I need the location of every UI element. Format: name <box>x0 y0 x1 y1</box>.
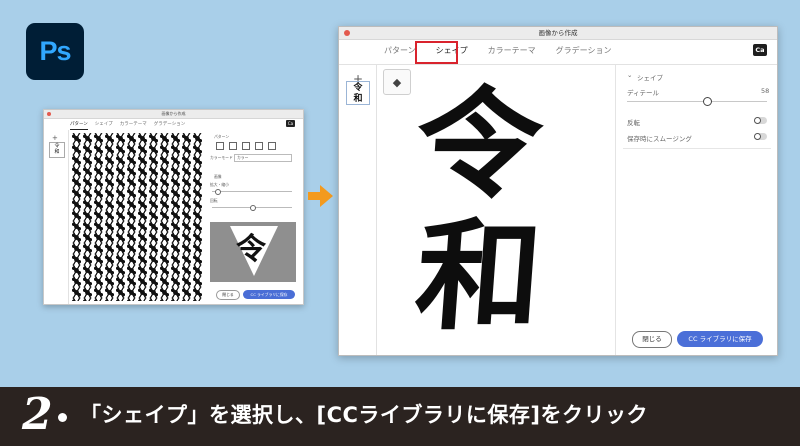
small-window-pattern-tab: 画像から作成 パターン シェイプ カラーテーマ グラデーション Ca + 令和 … <box>43 109 304 305</box>
detail-slider[interactable] <box>627 101 767 102</box>
tab-color-theme[interactable]: カラーテーマ <box>120 119 147 130</box>
size-slider-knob[interactable] <box>215 189 221 195</box>
pattern-grid-icon[interactable] <box>229 142 237 150</box>
canvas-kanji-wa: 和 <box>410 206 548 347</box>
save-to-cc-library-button[interactable]: CC ライブラリに保存 <box>677 331 763 347</box>
tab-pattern[interactable]: パターン <box>70 119 88 130</box>
color-mode-select[interactable]: カラー <box>234 154 292 162</box>
source-image-preview: 令 <box>210 222 296 282</box>
detail-value: 58 <box>761 87 770 95</box>
invert-label: 反転 <box>627 119 640 127</box>
small-window-titlebar: 画像から作成 <box>44 110 303 119</box>
right-arrow-icon <box>308 185 333 207</box>
tab-shape[interactable]: シェイプ <box>95 119 113 130</box>
tab-color-theme[interactable]: カラーテーマ <box>485 41 539 60</box>
save-to-cc-library-button[interactable]: CC ライブラリに保存 <box>243 290 295 299</box>
image-thumbnail[interactable]: 令和 <box>49 142 65 158</box>
close-button[interactable]: 閉じる <box>632 331 672 348</box>
chevron-down-icon[interactable]: ⌄ <box>627 71 632 79</box>
cc-libraries-icon[interactable]: Ca <box>286 120 295 127</box>
pattern-tile-icon[interactable] <box>268 142 276 150</box>
size-slider[interactable] <box>212 191 292 192</box>
detail-slider-knob[interactable] <box>703 97 712 106</box>
photoshop-logo-text: Ps <box>39 36 71 66</box>
big-window-sidebar <box>339 65 377 355</box>
photoshop-logo: Ps <box>26 23 84 80</box>
tab-gradient[interactable]: グラデーション <box>553 41 615 60</box>
canvas-kanji-rei: 令 <box>410 74 548 215</box>
big-window-title: 画像から作成 <box>538 29 578 37</box>
settings-panel-divider <box>615 65 616 355</box>
rotate-label: 回転 <box>210 198 218 203</box>
image-thumbnail[interactable]: 令和 <box>346 81 370 105</box>
smoothing-label: 保存時にスムージング <box>627 135 692 143</box>
close-window-dot-icon[interactable] <box>344 30 350 36</box>
section-image-label: 画像 <box>214 174 222 179</box>
step-number-dot <box>58 413 67 422</box>
invert-toggle[interactable] <box>754 117 767 124</box>
cc-libraries-icon[interactable]: Ca <box>753 44 767 56</box>
color-mode-label: カラーモード <box>210 155 233 160</box>
rotate-slider-knob[interactable] <box>250 205 256 211</box>
detail-label: ディテール <box>627 89 660 97</box>
shape-tab-highlight <box>415 41 458 64</box>
shape-section-title: シェイプ <box>637 74 663 82</box>
close-button[interactable]: 閉じる <box>216 290 240 300</box>
pattern-hex-icon[interactable] <box>255 142 263 150</box>
size-label: 拡大・縮小 <box>210 182 229 187</box>
settings-separator <box>623 148 771 149</box>
small-window-tabs: パターン シェイプ カラーテーマ グラデーション <box>70 119 303 130</box>
pattern-square-icon[interactable] <box>216 142 224 150</box>
preview-kanji: 令 <box>236 232 266 267</box>
section-pattern-label: パターン <box>214 134 229 139</box>
small-window-title: 画像から作成 <box>161 111 186 116</box>
pattern-preview <box>71 133 202 301</box>
eraser-icon[interactable]: ◆ <box>383 69 411 95</box>
instruction-caption-bar: 2 「シェイプ」を選択し、[CCライブラリに保存]をクリック <box>0 387 800 446</box>
big-window-shape-tab: 画像から作成 パターン シェイプ カラーテーマ グラデーション Ca + 令和 … <box>338 26 778 356</box>
pattern-diamond-icon[interactable] <box>242 142 250 150</box>
tab-pattern[interactable]: パターン <box>381 41 419 60</box>
tab-gradient[interactable]: グラデーション <box>154 119 185 130</box>
step-number: 2 <box>22 389 53 440</box>
add-icon[interactable]: + <box>52 134 58 142</box>
tab-divider <box>339 64 777 65</box>
close-window-dot-icon[interactable] <box>47 112 51 116</box>
instruction-text: 「シェイプ」を選択し、[CCライブラリに保存]をクリック <box>80 403 649 427</box>
pattern-type-icons <box>216 142 276 150</box>
smoothing-toggle[interactable] <box>754 133 767 140</box>
